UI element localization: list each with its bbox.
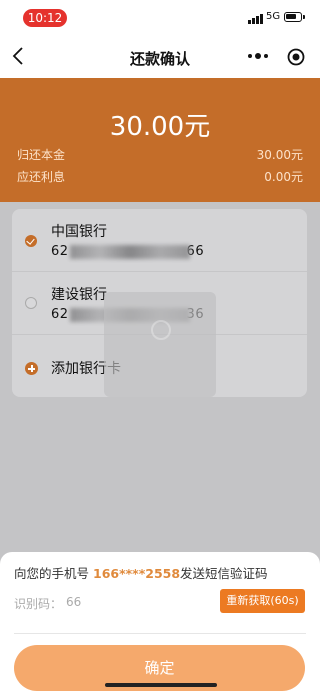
sms-message: 向您的手机号 166****2558发送短信验证码: [14, 566, 268, 581]
interest-row: 应还利息 0.00元: [17, 168, 303, 186]
principal-value: 30.00元: [256, 148, 303, 162]
interest-label: 应还利息: [17, 170, 66, 184]
bank-name: 中国银行: [51, 224, 107, 240]
bank-card-item[interactable]: 中国银行 62 66: [12, 209, 307, 271]
loading-toast: [104, 292, 216, 397]
principal-label: 归还本金: [17, 148, 66, 162]
network-type: 5G: [266, 11, 281, 22]
resend-button[interactable]: 重新获取(60s): [220, 589, 305, 613]
plus-icon[interactable]: [25, 362, 38, 375]
page-title: 还款确认: [129, 50, 190, 68]
signal-icon: [248, 14, 264, 24]
repayment-amount: 30.00元: [109, 112, 211, 142]
status-bar: 10:12 5G: [0, 0, 320, 36]
code-value: 66: [66, 595, 82, 609]
principal-row: 归还本金 30.00元: [17, 146, 303, 164]
spinner-icon: [151, 320, 171, 340]
more-icon[interactable]: [246, 49, 270, 63]
target-icon[interactable]: [287, 48, 305, 66]
radio-icon[interactable]: [25, 297, 37, 309]
home-indicator: [105, 683, 217, 687]
repayment-summary: 30.00元 归还本金 30.00元 应还利息 0.00元: [0, 78, 320, 202]
nav-bar: 还款确认: [0, 36, 320, 78]
status-time: 10:12: [23, 9, 67, 27]
bank-name: 建设银行: [51, 287, 107, 303]
check-icon[interactable]: [25, 235, 37, 247]
sms-verification-sheet: 向您的手机号 166****2558发送短信验证码 识别码： 66 重新获取(6…: [0, 552, 320, 693]
battery-icon: [284, 12, 305, 22]
masked-number: [70, 245, 190, 259]
interest-value: 0.00元: [264, 170, 303, 184]
code-label: 识别码：: [14, 597, 63, 611]
phone-number: 166****2558: [93, 566, 181, 581]
divider: [14, 633, 306, 634]
